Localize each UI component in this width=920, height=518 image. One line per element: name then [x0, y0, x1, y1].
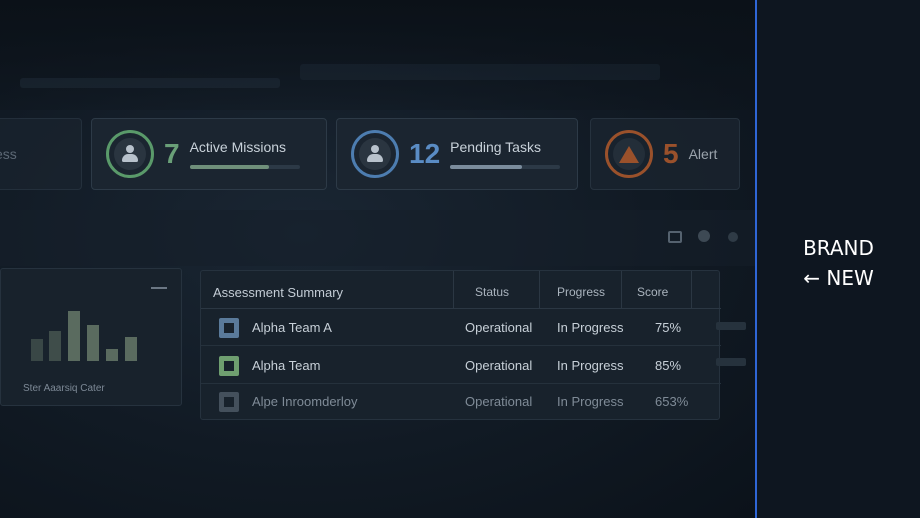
- table-row[interactable]: Alpha Team A Operational In Progress 75%: [201, 309, 721, 346]
- tasks-label: Pending Tasks: [450, 139, 541, 155]
- tasks-progress-fill: [450, 165, 522, 169]
- tasks-count: 12: [409, 138, 441, 169]
- chart-bar: [125, 337, 137, 361]
- side-indicator: [716, 358, 746, 366]
- missions-label: Active Missions: [189, 139, 287, 155]
- row-score: 75%: [655, 320, 682, 335]
- chart-panel: Ster Aaarsiq Cater: [0, 268, 182, 406]
- grid-view-icon[interactable]: [668, 231, 682, 243]
- column-header-status[interactable]: Status: [475, 285, 509, 299]
- row-name: Alpha Team: [252, 358, 321, 373]
- stat-card-partial-label: ess: [0, 146, 17, 162]
- side-indicator: [716, 322, 746, 330]
- brand-line-1: BRAND: [803, 236, 874, 260]
- blurred-header-search: [300, 64, 660, 80]
- person-icon: [367, 145, 383, 163]
- tasks-progress-bar: [450, 165, 561, 169]
- chart-bar: [87, 325, 99, 361]
- more-icon[interactable]: [728, 232, 738, 242]
- team-icon: [219, 392, 239, 412]
- alerts-ring: [605, 130, 653, 178]
- missions-progress-bar: [189, 165, 300, 169]
- stat-card-partial: ess: [0, 118, 82, 190]
- row-status: Operational: [465, 358, 533, 373]
- missions-progress-fill: [189, 165, 269, 169]
- chart-bar: [106, 349, 118, 361]
- table-row[interactable]: Alpe Inroomderloy Operational In Progres…: [201, 383, 721, 420]
- blurred-header-text: [20, 78, 280, 88]
- blurred-header: [0, 0, 755, 110]
- team-icon: [219, 356, 239, 376]
- row-name: Alpha Team A: [252, 320, 332, 335]
- alerts-label: Alert: [688, 146, 718, 162]
- alerts-count: 5: [663, 138, 679, 169]
- column-header-score[interactable]: Score: [637, 285, 668, 299]
- warning-icon: [619, 145, 639, 163]
- row-name: Alpe Inroomderloy: [252, 394, 358, 409]
- person-icon: [122, 145, 138, 163]
- toolbar: [0, 210, 755, 266]
- tasks-ring: [351, 130, 399, 178]
- row-score: 653%: [655, 394, 689, 409]
- chart-menu-icon[interactable]: [151, 287, 167, 289]
- row-progress: In Progress: [557, 320, 624, 335]
- stat-card-pending-tasks[interactable]: 12 Pending Tasks: [336, 118, 578, 190]
- chart-bar: [49, 331, 61, 361]
- row-status: Operational: [465, 394, 533, 409]
- missions-ring: [106, 130, 154, 178]
- missions-count: 7: [164, 138, 180, 169]
- row-score: 85%: [655, 358, 682, 373]
- row-progress: In Progress: [557, 394, 624, 409]
- row-progress: In Progress: [557, 358, 624, 373]
- chart-bar: [31, 339, 43, 361]
- stat-card-alerts[interactable]: 5 Alert: [590, 118, 740, 190]
- dashboard-screenshot: ess 7 Active Missions 12 Pending Tasks: [0, 0, 755, 518]
- table-row[interactable]: Alpha Team Operational In Progress 85%: [201, 347, 721, 384]
- chart-bar: [68, 311, 80, 361]
- stat-card-active-missions[interactable]: 7 Active Missions: [91, 118, 327, 190]
- brand-panel: BRAND ← NEW: [755, 0, 920, 518]
- brand-line-2: ← NEW: [803, 266, 874, 290]
- chart-caption: Ster Aaarsiq Cater: [23, 383, 105, 394]
- team-icon: [219, 318, 239, 338]
- assessment-summary-table: Assessment Summary Status Progress Score…: [200, 270, 721, 420]
- column-header-progress[interactable]: Progress: [557, 285, 605, 299]
- search-icon[interactable]: [698, 230, 710, 242]
- row-status: Operational: [465, 320, 533, 335]
- brand-label: BRAND ← NEW: [757, 233, 920, 293]
- table-title: Assessment Summary: [213, 285, 344, 300]
